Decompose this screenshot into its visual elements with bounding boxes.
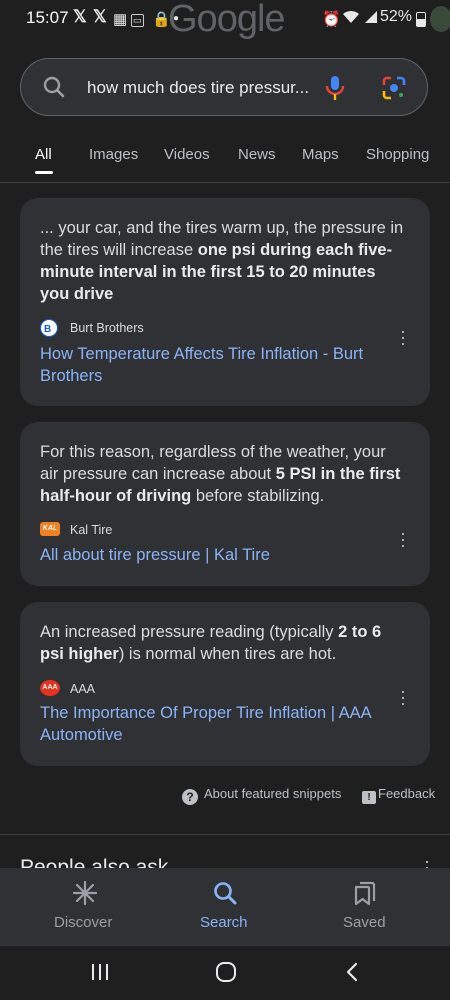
tab-videos[interactable]: Videos xyxy=(164,146,210,163)
feedback-label: Feedback xyxy=(378,786,436,801)
saved-icon xyxy=(352,880,378,911)
tab-all[interactable]: All xyxy=(35,146,52,163)
result-card[interactable]: ... your car, and the tires warm up, the… xyxy=(20,198,430,406)
result-source: Burt Brothers xyxy=(70,321,144,335)
status-bar: 15:07 𝕏 𝕏 ▦ ▭ 🔒 ● Google ⏰ 52% xyxy=(0,0,450,40)
discover-icon xyxy=(72,880,98,911)
help-icon: ? xyxy=(182,789,198,805)
avatar[interactable] xyxy=(430,6,450,32)
result-title-link[interactable]: All about tire pressure | Kal Tire xyxy=(40,544,390,566)
tag-icon: ▭ xyxy=(131,14,144,27)
bottom-navigation: Discover Search Saved xyxy=(0,868,450,946)
home-icon[interactable] xyxy=(215,961,237,988)
tab-news[interactable]: News xyxy=(238,146,276,163)
about-featured-snippets-link[interactable]: ? About featured snippets xyxy=(182,786,341,805)
google-logo: Google xyxy=(168,0,286,40)
signal-icon xyxy=(364,10,378,28)
more-options-icon[interactable]: · · · xyxy=(398,682,408,712)
result-source: AAA xyxy=(70,682,96,696)
result-title-link[interactable]: How Temperature Affects Tire Inflation -… xyxy=(40,343,390,387)
search-bar[interactable]: how much does tire pressur... xyxy=(20,58,428,116)
svg-text:B: B xyxy=(44,324,51,335)
burt-brothers-logo-icon: B xyxy=(40,319,58,337)
tab-shopping[interactable]: Shopping xyxy=(366,146,429,163)
result-snippet: An increased pressure reading (typically… xyxy=(40,623,382,663)
system-navigation-bar xyxy=(0,946,450,1000)
feedback-icon: ! xyxy=(362,791,376,804)
result-title-link[interactable]: The Importance Of Proper Tire Inflation … xyxy=(40,702,390,746)
nav-search[interactable]: Search xyxy=(190,868,260,946)
section-divider xyxy=(0,834,450,835)
aaa-logo-icon: AAA xyxy=(40,680,60,696)
kal-tire-logo-icon: KAL xyxy=(40,522,60,536)
result-card[interactable]: For this reason, regardless of the weath… xyxy=(20,422,430,586)
wifi-icon xyxy=(342,10,360,28)
x-app-icon-2: 𝕏 xyxy=(93,7,107,26)
battery-icon xyxy=(416,12,426,27)
x-app-icon: 𝕏 xyxy=(73,7,87,26)
more-options-icon[interactable]: · · · xyxy=(398,322,408,352)
active-tab-indicator xyxy=(35,171,53,174)
more-options-icon[interactable]: · · · xyxy=(398,524,408,554)
search-nav-icon xyxy=(212,880,238,911)
battery-percent: 52% xyxy=(380,8,413,25)
nav-discover[interactable]: Discover xyxy=(50,868,120,946)
nav-saved-label: Saved xyxy=(343,914,386,931)
back-icon[interactable] xyxy=(342,961,362,988)
nav-discover-label: Discover xyxy=(54,914,113,931)
search-input[interactable]: how much does tire pressur... xyxy=(87,78,309,98)
result-snippet: ... your car, and the tires warm up, the… xyxy=(40,219,404,303)
google-lens-icon[interactable] xyxy=(382,76,406,105)
nav-search-label: Search xyxy=(200,914,248,931)
feedback-link[interactable]: ! Feedback xyxy=(362,786,435,804)
status-time: 15:07 xyxy=(26,8,69,27)
result-snippet: For this reason, regardless of the weath… xyxy=(40,443,401,505)
qr-icon: ▦ xyxy=(113,11,128,28)
tab-maps[interactable]: Maps xyxy=(302,146,339,163)
search-icon xyxy=(43,76,65,103)
result-source: Kal Tire xyxy=(70,523,113,537)
about-snippets-label: About featured snippets xyxy=(204,786,342,801)
recent-apps-icon[interactable] xyxy=(90,962,110,987)
search-tabs: All Images Videos News Maps Shopping xyxy=(0,136,450,183)
tab-images[interactable]: Images xyxy=(89,146,138,163)
result-card[interactable]: An increased pressure reading (typically… xyxy=(20,602,430,766)
voice-search-icon[interactable] xyxy=(325,75,345,106)
nav-saved[interactable]: Saved xyxy=(330,868,400,946)
alarm-icon: ⏰ xyxy=(322,11,341,28)
